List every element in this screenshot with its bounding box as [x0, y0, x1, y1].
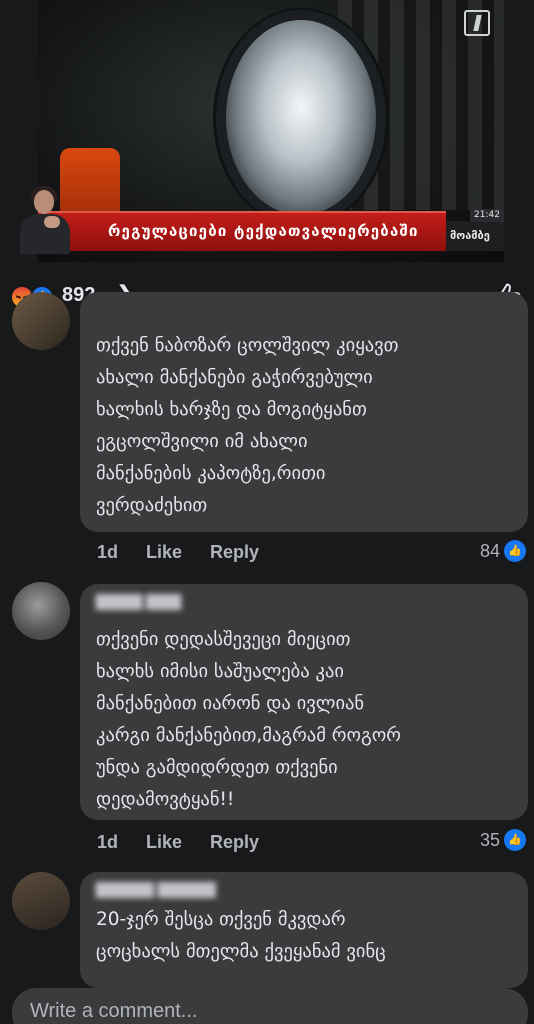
comment-like-count[interactable]: 35 👍 [480, 829, 526, 851]
reply-button[interactable]: Reply [210, 542, 259, 562]
avatar[interactable] [12, 292, 70, 350]
comment-text: თქვენი დედასშევეცი მიეცით ხალხს იმისი სა… [96, 629, 402, 810]
video-frame[interactable]: რეგულაციები ტექდათვალიერებაში 21:42 მოამ… [38, 0, 504, 262]
comment-text: 20-ჯერ შესცა თქვენ მკვდარ ცოცხალს მთელმა… [96, 909, 386, 962]
comment-bubble: ▇▇▇▇ ▇▇▇ თქვენი დედასშევეცი მიეცით ხალხს… [80, 584, 528, 820]
channel-logo-icon [464, 10, 490, 36]
video-headlight [226, 20, 376, 215]
comment-age: 1d [97, 832, 119, 852]
video-player[interactable]: რეგულაციები ტექდათვალიერებაში 21:42 მოამ… [0, 0, 534, 262]
avatar[interactable] [12, 582, 70, 640]
ticker-channel: 21:42 მოამბე [446, 209, 504, 251]
comment-bubble: ▇▇▇▇▇ ▇▇▇▇▇ 20-ჯერ შესცა თქვენ მკვდარ ცო… [80, 872, 528, 988]
avatar[interactable] [12, 872, 70, 930]
like-icon: 👍 [504, 540, 526, 562]
comment-text: თქვენ ნაბოზარ ცოლშვილ კიყავთ ახალი მანქა… [96, 335, 399, 516]
reply-button[interactable]: Reply [210, 832, 259, 852]
like-count-value: 35 [479, 829, 500, 850]
commenter-name[interactable]: ▇▇▇▇▇ ▇▇▇▇▇ [96, 880, 510, 898]
comment-like-count[interactable]: 84 👍 [480, 540, 526, 562]
ticker-bar: რეგულაციები ტექდათვალიერებაში [38, 211, 446, 251]
like-button[interactable]: Like [146, 542, 182, 562]
like-icon: 👍 [504, 829, 526, 851]
comment-input[interactable] [30, 1000, 490, 1023]
comment-actions: 1d Like Reply [97, 832, 287, 853]
like-count-value: 84 [479, 540, 500, 561]
channel-badge: მოამბე [450, 229, 490, 242]
sign-language-interpreter [14, 186, 76, 254]
comment-composer[interactable] [12, 988, 528, 1024]
comment-bubble: თქვენ ნაბოზარ ცოლშვილ კიყავთ ახალი მანქა… [80, 292, 528, 532]
ticker-headline: რეგულაციები ტექდათვალიერებაში [108, 222, 419, 240]
comment-age: 1d [97, 542, 119, 562]
like-button[interactable]: Like [146, 832, 182, 852]
comment-actions: 1d Like Reply [97, 542, 287, 563]
ticker-time: 21:42 [470, 209, 504, 222]
commenter-name[interactable]: ▇▇▇▇ ▇▇▇ [96, 592, 510, 610]
news-ticker: რეგულაციები ტექდათვალიერებაში 21:42 მოამ… [38, 209, 504, 257]
